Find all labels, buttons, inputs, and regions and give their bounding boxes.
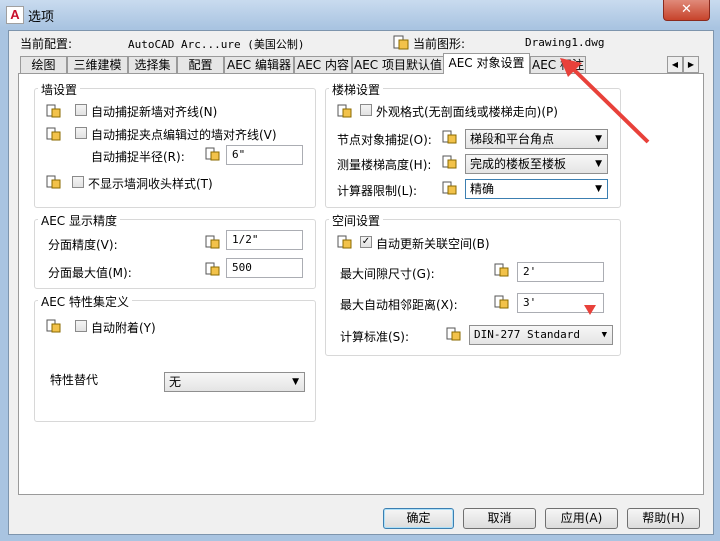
auto-update-space-label: 自动更新关联空间(B) bbox=[376, 237, 490, 251]
autosnap-new-walls-label: 自动捕捉新墙对齐线(N) bbox=[91, 105, 218, 119]
hide-cleanup-checkbox[interactable] bbox=[72, 176, 84, 188]
drawing-icon bbox=[393, 35, 409, 53]
node-snap-select-value: 梯段和平台角点 bbox=[470, 132, 555, 146]
window-title: 选项 bbox=[28, 10, 55, 25]
tab-scroll-left-icon[interactable]: ◀ bbox=[667, 56, 683, 73]
drawing-setting-icon bbox=[46, 104, 61, 119]
measure-height-label: 测量楼梯高度(H): bbox=[337, 158, 432, 172]
override-select-value: 无 bbox=[169, 375, 182, 389]
annotation-arrow-icon bbox=[560, 58, 650, 144]
measure-height-select-value: 完成的楼板至楼板 bbox=[470, 157, 567, 171]
drawing-setting-icon bbox=[205, 235, 220, 250]
autosnap-radius-label: 自动捕捉半径(R): bbox=[91, 150, 185, 164]
calculator-limit-select[interactable]: 精确 ▼ bbox=[465, 179, 608, 199]
drawing-setting-icon bbox=[442, 155, 457, 170]
hide-cleanup-label: 不显示墙洞收头样式(T) bbox=[88, 177, 213, 191]
tab-selection[interactable]: 选择集 bbox=[128, 56, 177, 73]
drawing-setting-icon bbox=[446, 327, 461, 342]
tab-aec-editor[interactable]: AEC 编辑器 bbox=[224, 56, 294, 73]
drawing-setting-icon bbox=[494, 263, 509, 278]
current-drawing-value: Drawing1.dwg bbox=[525, 36, 605, 49]
area-precision-input[interactable]: 1/2" bbox=[226, 230, 303, 250]
calculator-limit-select-value: 精确 bbox=[470, 182, 495, 196]
drawing-setting-icon bbox=[442, 181, 457, 196]
cancel-button[interactable]: 取消 bbox=[463, 508, 536, 529]
stair-outline-label: 外观格式(无剖面线或楼梯走向)(P) bbox=[376, 105, 558, 119]
drawing-setting-icon bbox=[442, 130, 457, 145]
node-snap-label: 节点对象捕捉(O): bbox=[337, 133, 432, 147]
chevron-down-icon: ▼ bbox=[595, 184, 602, 194]
stair-settings-title: 楼梯设置 bbox=[329, 81, 384, 98]
title-bar[interactable]: A 选项 ✕ bbox=[0, 0, 720, 28]
current-profile-value: AutoCAD Arc...ure (美国公制) bbox=[128, 38, 305, 51]
drawing-setting-icon bbox=[205, 147, 220, 162]
auto-update-space-checkbox[interactable]: ✓ bbox=[360, 236, 372, 248]
drawing-setting-icon bbox=[46, 127, 61, 142]
drawing-setting-icon bbox=[46, 319, 61, 334]
current-profile-label: 当前配置: bbox=[20, 37, 73, 51]
drawing-setting-icon bbox=[494, 295, 509, 310]
area-max-input[interactable]: 500 bbox=[226, 258, 303, 278]
autosnap-grip-walls-checkbox[interactable] bbox=[75, 127, 87, 139]
drawing-setting-icon bbox=[337, 104, 352, 119]
autosnap-radius-input[interactable]: 6" bbox=[226, 145, 303, 165]
area-max-label: 分面最大值(M): bbox=[48, 266, 132, 280]
wall-settings-title: 墙设置 bbox=[38, 81, 81, 98]
calc-standard-select-value: DIN-277 Standard bbox=[474, 328, 580, 341]
annotation-triangle-icon bbox=[584, 305, 596, 315]
tab-aec-object-settings[interactable]: AEC 对象设置 bbox=[443, 53, 530, 74]
autosnap-new-walls-checkbox[interactable] bbox=[75, 104, 87, 116]
tab-drawing[interactable]: 绘图 bbox=[20, 56, 67, 73]
ok-button[interactable]: 确定 bbox=[383, 508, 454, 529]
tab-3d-modeling[interactable]: 三维建模 bbox=[67, 56, 128, 73]
auto-attach-label: 自动附着(Y) bbox=[91, 321, 156, 335]
close-button[interactable]: ✕ bbox=[663, 0, 710, 21]
calculator-limit-label: 计算器限制(L): bbox=[337, 184, 418, 198]
property-set-title: AEC 特性集定义 bbox=[38, 293, 132, 310]
tab-profiles[interactable]: 配置 bbox=[177, 56, 224, 73]
drawing-setting-icon bbox=[46, 175, 61, 190]
tab-aec-content[interactable]: AEC 内容 bbox=[294, 56, 352, 73]
drawing-setting-icon bbox=[205, 262, 220, 277]
autocad-logo-icon: A bbox=[6, 6, 24, 24]
stair-outline-checkbox[interactable] bbox=[360, 104, 372, 116]
max-adjacency-label: 最大自动相邻距离(X): bbox=[340, 298, 458, 312]
tab-scroll-right-icon[interactable]: ▶ bbox=[683, 56, 699, 73]
override-select[interactable]: 无 ▼ bbox=[164, 372, 305, 392]
auto-attach-checkbox[interactable] bbox=[75, 320, 87, 332]
chevron-down-icon: ▼ bbox=[595, 159, 602, 169]
drawing-setting-icon bbox=[337, 235, 352, 250]
space-settings-title: 空间设置 bbox=[329, 212, 384, 229]
max-gap-label: 最大间隙尺寸(G): bbox=[340, 267, 435, 281]
chevron-down-icon: ▼ bbox=[601, 330, 607, 340]
calc-standard-label: 计算标准(S): bbox=[340, 330, 410, 344]
autosnap-grip-walls-label: 自动捕捉夹点编辑过的墙对齐线(V) bbox=[91, 128, 277, 142]
display-precision-title: AEC 显示精度 bbox=[38, 212, 120, 229]
property-set-group bbox=[34, 300, 316, 422]
override-label: 特性替代 bbox=[50, 373, 99, 387]
options-dialog: A 选项 ✕ 当前配置: AutoCAD Arc...ure (美国公制) 当前… bbox=[0, 0, 720, 541]
tab-aec-project-defaults[interactable]: AEC 项目默认值 bbox=[352, 56, 444, 73]
measure-height-select[interactable]: 完成的楼板至楼板 ▼ bbox=[465, 154, 608, 174]
apply-button[interactable]: 应用(A) bbox=[545, 508, 618, 529]
chevron-down-icon: ▼ bbox=[292, 377, 299, 387]
help-button[interactable]: 帮助(H) bbox=[627, 508, 700, 529]
calc-standard-select[interactable]: DIN-277 Standard ▼ bbox=[469, 325, 613, 345]
max-gap-input[interactable]: 2' bbox=[517, 262, 604, 282]
area-precision-label: 分面精度(V): bbox=[48, 238, 118, 252]
current-drawing-label: 当前图形: bbox=[413, 37, 466, 51]
